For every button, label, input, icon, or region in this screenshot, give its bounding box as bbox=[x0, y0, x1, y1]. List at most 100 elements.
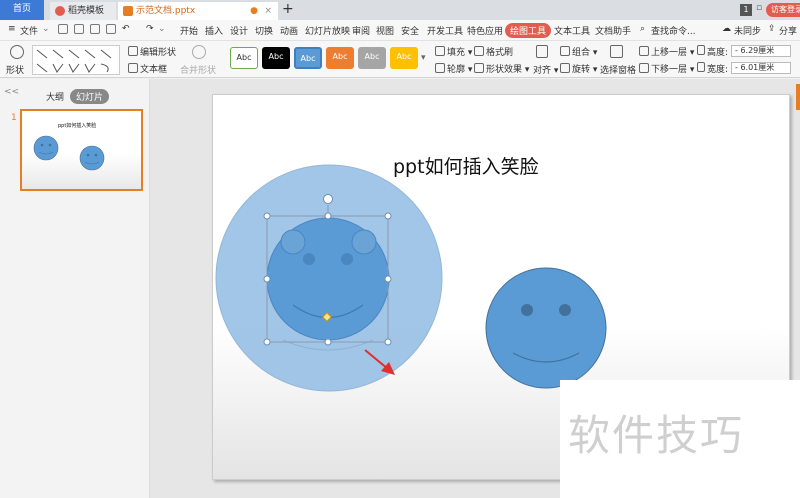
textbox-button[interactable]: 文本框 bbox=[128, 62, 167, 75]
selection-pane-button[interactable]: 选择窗格 bbox=[600, 63, 636, 76]
menu-design[interactable]: 设计 bbox=[230, 24, 248, 37]
smiley-shape[interactable] bbox=[485, 267, 607, 389]
menu-text-tools[interactable]: 文本工具 bbox=[554, 24, 590, 37]
menu-slideshow[interactable]: 幻灯片放映 bbox=[305, 24, 350, 37]
send-backward-button[interactable]: 下移一层 ▾ bbox=[639, 62, 694, 75]
search-icon[interactable]: ⌕ bbox=[640, 24, 645, 34]
sync-status[interactable]: 未同步 bbox=[734, 24, 761, 37]
shape-button[interactable]: 形状 bbox=[6, 63, 24, 76]
menu-animation[interactable]: 动画 bbox=[280, 24, 298, 37]
redo-icon[interactable]: ↷ bbox=[146, 24, 154, 34]
add-tab-button[interactable]: + bbox=[282, 1, 294, 17]
line-shapes-icon bbox=[36, 49, 112, 73]
menu-special-apps[interactable]: 特色应用 bbox=[467, 24, 503, 37]
outline-button[interactable]: 轮廓 ▾ bbox=[435, 62, 472, 75]
edit-shape-button[interactable]: 编辑形状 bbox=[128, 45, 176, 58]
undo-icon[interactable]: ↶ bbox=[122, 24, 130, 34]
menu-doc-assistant[interactable]: 文档助手 bbox=[595, 24, 631, 37]
print-preview-icon[interactable] bbox=[106, 24, 116, 34]
bring-forward-label: 上移一层 bbox=[651, 48, 688, 58]
width-label: 宽度: bbox=[707, 65, 729, 75]
menu-developer[interactable]: 开发工具 bbox=[427, 24, 463, 37]
merge-shape-icon bbox=[192, 45, 208, 61]
textbox-label: 文本框 bbox=[140, 65, 168, 75]
watermark-text: 软件技巧 bbox=[568, 411, 745, 460]
outline-icon bbox=[435, 63, 445, 73]
save-icon[interactable] bbox=[58, 24, 68, 34]
style-gray[interactable]: Abc bbox=[358, 47, 386, 69]
collapse-pane-icon[interactable]: << bbox=[4, 87, 19, 97]
edit-shape-icon bbox=[128, 46, 138, 56]
share-icon: ⇪ bbox=[768, 24, 776, 34]
window-count-badge: 1 bbox=[740, 4, 752, 16]
menu-view[interactable]: 视图 bbox=[376, 24, 394, 37]
menu-transition[interactable]: 切换 bbox=[255, 24, 273, 37]
tab-template[interactable]: 稻壳模板 bbox=[50, 2, 116, 20]
menu-drawing-tools[interactable]: 绘图工具 bbox=[505, 23, 552, 38]
tab-outline[interactable]: 大纲 bbox=[46, 90, 64, 103]
align-button[interactable]: 对齐 ▾ bbox=[533, 63, 558, 76]
format-brush-icon bbox=[474, 46, 484, 56]
menu-insert[interactable]: 插入 bbox=[205, 24, 223, 37]
tab-bar: 首页 稻壳模板 示范文档.pptx ● × + 1 ▫ 访客登录 bbox=[0, 0, 800, 20]
command-search[interactable]: 查找命令... bbox=[651, 24, 696, 37]
menu-security[interactable]: 安全 bbox=[401, 24, 419, 37]
shape-icon[interactable] bbox=[10, 45, 26, 61]
shape-effect-button[interactable]: 形状效果 ▾ bbox=[474, 62, 529, 75]
print-icon[interactable] bbox=[90, 24, 100, 34]
style-black[interactable]: Abc bbox=[262, 47, 290, 69]
edit-shape-label: 编辑形状 bbox=[140, 48, 177, 58]
visitor-login-button[interactable]: 访客登录 bbox=[766, 3, 800, 17]
ribbon-toolbar: 形状 编辑形状 文本框 合并形状 Abc Abc Abc Abc Abc Abc… bbox=[0, 41, 800, 78]
bring-forward-button[interactable]: 上移一层 ▾ bbox=[639, 45, 694, 58]
right-panel-tab[interactable] bbox=[796, 84, 800, 110]
bring-forward-icon bbox=[639, 46, 649, 56]
format-brush-label: 格式刷 bbox=[486, 48, 514, 58]
close-tab-icon[interactable]: × bbox=[264, 2, 272, 20]
fill-button[interactable]: 填充 ▾ bbox=[435, 45, 472, 58]
shapes-gallery[interactable] bbox=[32, 45, 120, 75]
rotate-label: 旋转 bbox=[572, 65, 591, 75]
width-icon bbox=[697, 62, 707, 74]
height-label: 高度: bbox=[707, 48, 729, 58]
slide-number: 1 bbox=[11, 113, 17, 123]
docer-icon bbox=[55, 6, 65, 16]
window-menu-icon[interactable]: ▫ bbox=[756, 3, 762, 13]
slide-thumbnail[interactable]: ppt如何插入笑脸 bbox=[20, 109, 143, 191]
style-white[interactable]: Abc bbox=[230, 47, 258, 69]
slides-pane: << 大纲 幻灯片 1 ppt如何插入笑脸 bbox=[0, 79, 150, 498]
style-blue[interactable]: Abc bbox=[294, 47, 322, 69]
merge-shape-button[interactable]: 合并形状 bbox=[180, 63, 216, 76]
style-orange[interactable]: Abc bbox=[326, 47, 354, 69]
menu-start[interactable]: 开始 bbox=[180, 24, 198, 37]
rotate-handle-icon[interactable] bbox=[323, 194, 333, 204]
hamburger-icon[interactable]: ≡ bbox=[8, 24, 16, 34]
fill-icon bbox=[435, 46, 445, 56]
group-button[interactable]: 组合 ▾ bbox=[560, 45, 597, 58]
tab-home[interactable]: 首页 bbox=[0, 0, 44, 20]
share-button[interactable]: 分享 bbox=[779, 24, 797, 37]
format-brush-button[interactable]: 格式刷 bbox=[474, 45, 513, 58]
more-chevron-icon[interactable]: ⌄ bbox=[158, 24, 166, 34]
watermark: 软件技巧 bbox=[560, 380, 800, 498]
tab-document[interactable]: 示范文档.pptx ● × bbox=[118, 2, 278, 20]
align-icon bbox=[536, 45, 550, 60]
style-gold[interactable]: Abc bbox=[390, 47, 418, 69]
shape-effect-label: 形状效果 bbox=[486, 65, 523, 75]
rotate-button[interactable]: 旋转 ▾ bbox=[560, 62, 597, 75]
height-input[interactable]: - 6.29厘米 bbox=[731, 45, 791, 57]
style-more-icon[interactable]: ▾ bbox=[421, 53, 426, 63]
width-value: 6.01厘米 bbox=[740, 63, 775, 72]
tab-document-label: 示范文档.pptx bbox=[136, 6, 196, 16]
export-pdf-icon[interactable] bbox=[74, 24, 84, 34]
height-value: 6.29厘米 bbox=[740, 46, 775, 55]
chevron-down-icon[interactable]: ⌄ bbox=[42, 24, 50, 34]
textbox-icon bbox=[128, 63, 138, 73]
send-backward-label: 下移一层 bbox=[651, 65, 688, 75]
menu-review[interactable]: 审阅 bbox=[352, 24, 370, 37]
group-icon bbox=[560, 46, 570, 56]
width-input[interactable]: - 6.01厘米 bbox=[731, 62, 791, 74]
outline-label: 轮廓 bbox=[447, 65, 466, 75]
menu-file[interactable]: 文件 bbox=[20, 24, 38, 37]
tab-slides[interactable]: 幻灯片 bbox=[70, 89, 110, 104]
